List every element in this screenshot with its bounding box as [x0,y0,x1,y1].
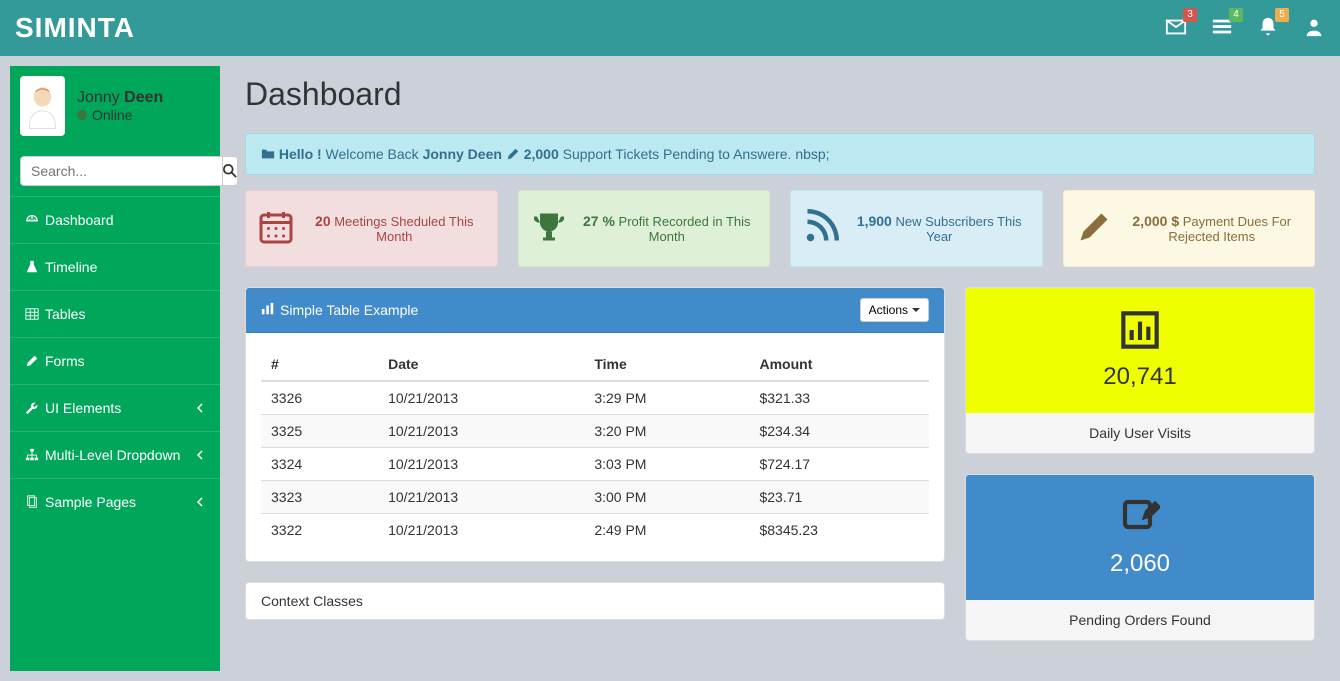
user-status: Online [77,107,163,123]
bell-badge: 5 [1275,8,1289,22]
actions-button[interactable]: Actions [860,298,929,322]
pencil-icon [1076,209,1112,248]
stat-box: 20,741 Daily User Visits [965,287,1315,454]
caret-icon [912,308,920,312]
menu-label: Multi-Level Dropdown [45,447,180,463]
stats-column: 20,741 Daily User Visits 2,060 Pending Orde… [965,287,1315,661]
summary-card: 20 Meetings Sheduled This Month [245,190,498,267]
stat-number: 20,741 [976,363,1304,391]
sidebar-item-ui-elements[interactable]: UI Elements [10,385,220,431]
folder-icon [261,147,275,161]
menu-label: Tables [45,306,85,322]
table-header: # [261,348,378,381]
menu-label: Timeline [45,259,97,275]
table-icon [25,307,39,321]
table-row: 332210/21/20132:49 PM$8345.23 [261,514,929,547]
table-row: 332310/21/20133:00 PM$23.71 [261,481,929,514]
sidebar-item-dashboard[interactable]: Dashboard [10,197,220,243]
summary-card: 2,000 $ Payment Dues For Rejected Items [1063,190,1316,267]
chevron-left-icon [195,494,205,510]
table-header: Amount [749,348,929,381]
files-icon [25,495,39,509]
summary-card: 27 % Profit Recorded in This Month [518,190,771,267]
card-text: 2,000 $ Payment Dues For Rejected Items [1122,213,1303,244]
stat-label: Daily User Visits [966,413,1314,453]
alert-tickets: 2,000 [524,146,559,162]
sidebar-item-sample-pages[interactable]: Sample Pages [10,479,220,525]
rss-icon [803,209,839,248]
sidebar: Jonny Deen Online Dashboard Timeline Table… [10,66,220,671]
sidebar-item-multi-level-dropdown[interactable]: Multi-Level Dropdown [10,432,220,478]
user-panel: Jonny Deen Online [10,66,220,146]
welcome-alert: Hello ! Welcome Back Jonny Deen 2,000 Su… [245,133,1315,175]
menu-label: Sample Pages [45,494,136,510]
menu-label: Dashboard [45,212,114,228]
alert-name: Jonny Deen [423,146,502,162]
avatar [20,76,65,136]
bar-chart-icon [976,310,1304,353]
table-row: 332410/21/20133:03 PM$724.17 [261,448,929,481]
sidebar-item-tables[interactable]: Tables [10,291,220,337]
bell-icon[interactable]: 5 [1257,16,1279,41]
edit-box-icon [976,497,1304,540]
sidebar-menu: Dashboard Timeline Tables Forms UI Elements M… [10,196,220,525]
search-form [10,146,220,196]
card-text: 1,900 New Subscribers This Year [849,213,1030,244]
table-header: Date [378,348,584,381]
tasks-icon[interactable]: 4 [1211,16,1233,41]
nav-icons: 3 4 5 [1165,16,1325,41]
tasks-badge: 4 [1229,8,1243,22]
trophy-icon [531,209,567,248]
bar-chart-icon [261,302,275,319]
navbar: SIMINTA 3 4 5 [0,0,1340,56]
summary-cards: 20 Meetings Sheduled This Month 27 % Prof… [245,190,1315,267]
table-panel: Simple Table Example Actions #DateTimeAm… [245,287,945,562]
sitemap-icon [25,448,39,462]
stat-number: 2,060 [976,550,1304,578]
mail-badge: 3 [1183,8,1197,22]
main-content: Dashboard Hello ! Welcome Back Jonny Dee… [230,66,1330,671]
pencil-icon [506,147,520,161]
table-row: 332510/21/20133:20 PM$234.34 [261,415,929,448]
panel-title: Simple Table Example [261,302,418,319]
edit-icon [25,354,39,368]
calendar-icon [258,209,294,248]
chevron-left-icon [195,447,205,463]
menu-label: Forms [45,353,85,369]
chevron-left-icon [195,400,205,416]
menu-label: UI Elements [45,400,121,416]
status-dot-icon [77,110,87,120]
flask-icon [25,260,39,274]
brand-logo[interactable]: SIMINTA [15,12,135,44]
page-title: Dashboard [245,76,1315,113]
card-text: 20 Meetings Sheduled This Month [304,213,485,244]
alert-hello: Hello ! [279,146,322,162]
context-title: Context Classes [261,593,363,609]
table-header: Time [584,348,749,381]
summary-card: 1,900 New Subscribers This Year [790,190,1043,267]
wrench-icon [25,401,39,415]
stat-label: Pending Orders Found [966,600,1314,640]
dashboard-icon [25,213,39,227]
card-text: 27 % Profit Recorded in This Month [577,213,758,244]
user-name: Jonny Deen [77,89,163,107]
sidebar-item-forms[interactable]: Forms [10,338,220,384]
mail-icon[interactable]: 3 [1165,16,1187,41]
user-icon[interactable] [1303,16,1325,41]
sidebar-item-timeline[interactable]: Timeline [10,244,220,290]
table-row: 332610/21/20133:29 PM$321.33 [261,381,929,415]
stat-box: 2,060 Pending Orders Found [965,474,1315,641]
data-table: #DateTimeAmount 332610/21/20133:29 PM$32… [261,348,929,546]
search-input[interactable] [20,156,222,186]
context-panel: Context Classes [245,582,945,620]
